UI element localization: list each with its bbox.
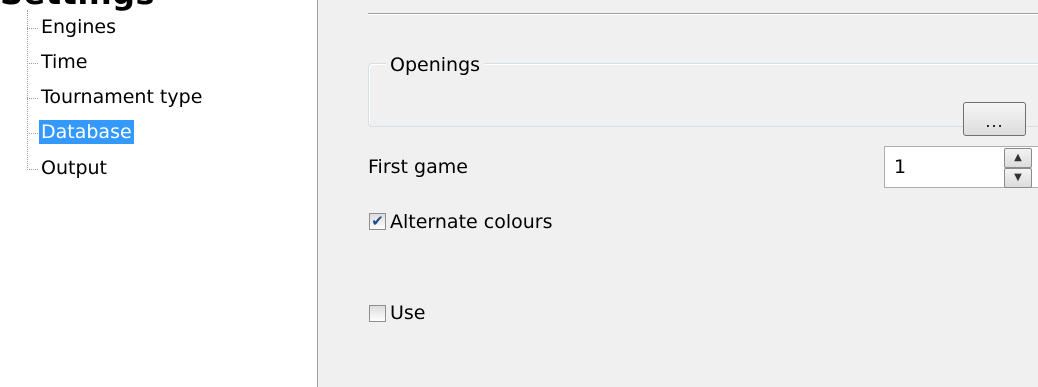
tree-branch bbox=[27, 28, 38, 29]
tree-item-label[interactable]: Database bbox=[39, 120, 134, 144]
alternate-colours-label[interactable]: Alternate colours bbox=[390, 209, 552, 235]
tree-connector-line bbox=[27, 10, 28, 170]
tree-branch bbox=[27, 63, 38, 64]
tree-item-label[interactable]: Time bbox=[39, 50, 90, 74]
first-game-stepper[interactable]: ▲ ▼ bbox=[1004, 147, 1032, 188]
tree-branch bbox=[27, 133, 38, 134]
separator bbox=[368, 13, 1038, 15]
use-label[interactable]: Use bbox=[390, 300, 426, 326]
tree-item-label[interactable]: Output bbox=[39, 156, 109, 180]
arrow-down-icon[interactable]: ▼ bbox=[1004, 168, 1032, 188]
settings-panel: Openings ... First game 1 ▲ ▼ ✔ Alternat… bbox=[318, 0, 1038, 387]
use-checkbox[interactable] bbox=[369, 305, 386, 322]
alternate-colours-checkbox[interactable]: ✔ bbox=[369, 213, 386, 230]
first-game-label: First game bbox=[368, 156, 468, 178]
tree-branch bbox=[27, 98, 38, 99]
openings-group-title: Openings bbox=[386, 53, 485, 77]
tree-item-label[interactable]: Engines bbox=[39, 15, 118, 39]
openings-browse-button[interactable]: ... bbox=[963, 102, 1026, 136]
arrow-up-icon[interactable]: ▲ bbox=[1004, 148, 1032, 168]
tree-item-label[interactable]: Tournament type bbox=[39, 85, 204, 109]
tree-branch bbox=[27, 169, 38, 170]
settings-tree: Engines Time Tournament type Database Ou… bbox=[0, 0, 310, 387]
